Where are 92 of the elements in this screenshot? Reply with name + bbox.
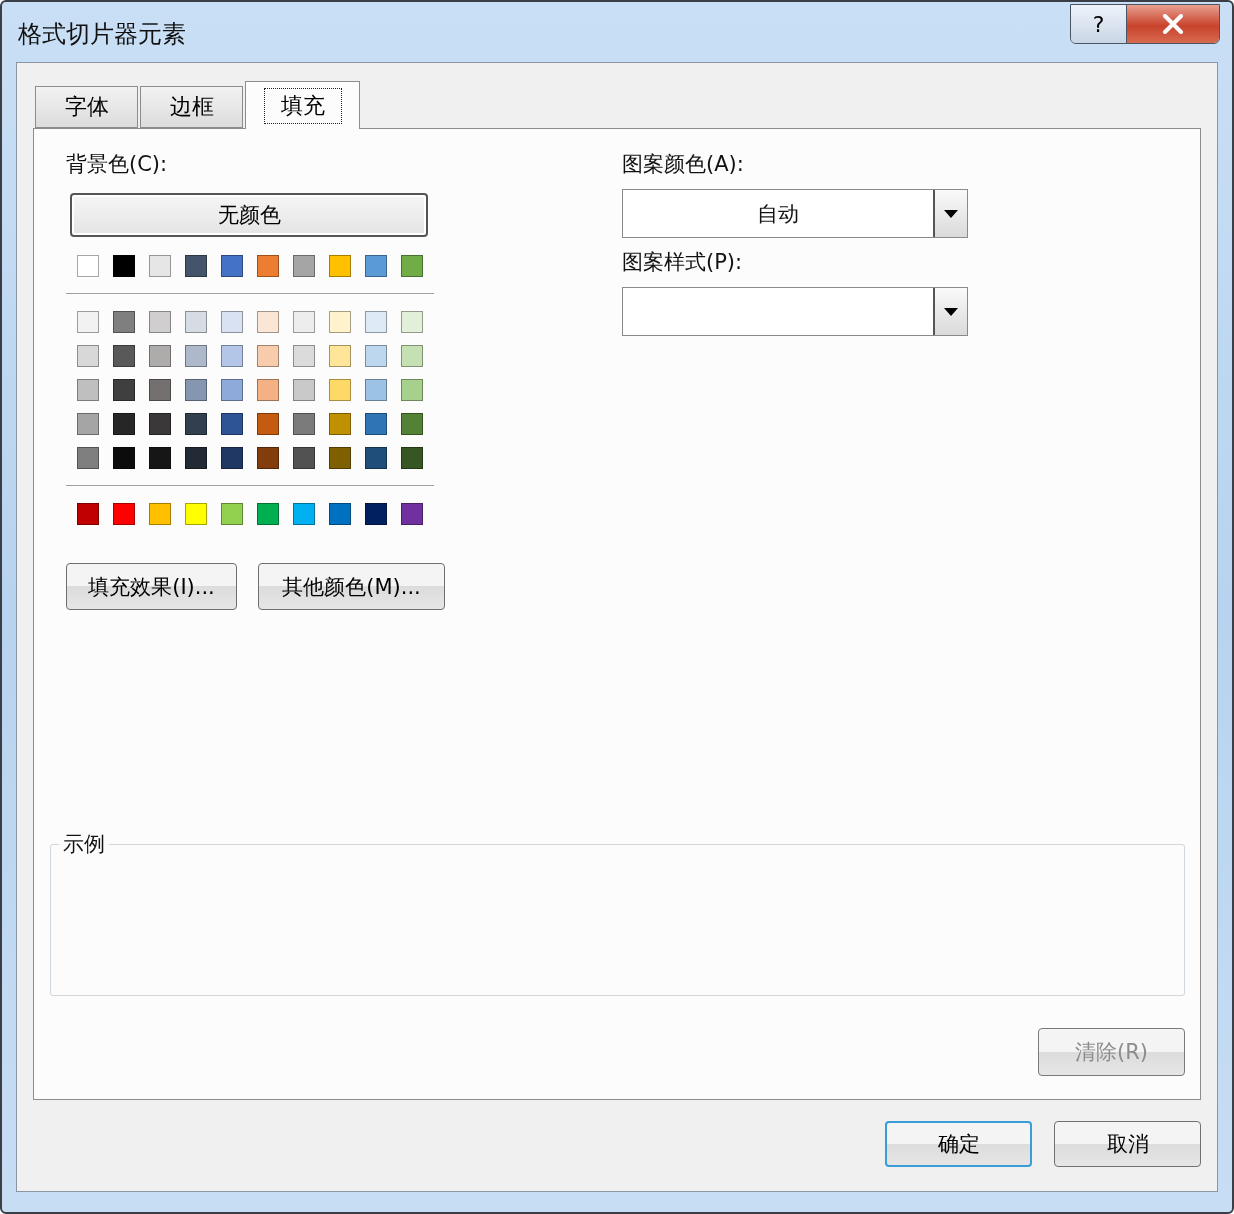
color-swatch[interactable] — [185, 447, 207, 469]
color-swatch[interactable] — [365, 413, 387, 435]
color-swatch[interactable] — [293, 255, 315, 277]
color-swatch[interactable] — [113, 447, 135, 469]
color-swatch[interactable] — [185, 503, 207, 525]
color-swatch[interactable] — [185, 255, 207, 277]
color-swatch[interactable] — [401, 413, 423, 435]
color-swatch[interactable] — [77, 255, 99, 277]
color-swatch[interactable] — [77, 503, 99, 525]
color-swatch[interactable] — [77, 345, 99, 367]
color-swatch[interactable] — [365, 255, 387, 277]
color-swatch[interactable] — [293, 379, 315, 401]
dropdown-field[interactable]: 自动 — [622, 189, 968, 238]
dropdown-arrow-icon — [944, 209, 958, 218]
field-label: 图案样式(P): — [622, 249, 744, 275]
color-swatch[interactable] — [185, 311, 207, 333]
color-swatch[interactable] — [149, 311, 171, 333]
color-swatch[interactable] — [221, 413, 243, 435]
color-swatch[interactable] — [401, 345, 423, 367]
window-title: 格式切片器元素 — [18, 19, 186, 50]
color-swatch[interactable] — [185, 379, 207, 401]
cancel-button[interactable]: 取消 — [1054, 1121, 1201, 1167]
color-swatch[interactable] — [401, 447, 423, 469]
dropdown-button[interactable] — [933, 190, 967, 237]
color-swatch[interactable] — [257, 413, 279, 435]
color-swatch[interactable] — [113, 503, 135, 525]
color-swatch[interactable] — [293, 345, 315, 367]
color-swatch[interactable] — [113, 413, 135, 435]
color-swatch[interactable] — [257, 503, 279, 525]
color-swatch[interactable] — [77, 311, 99, 333]
color-swatch[interactable] — [401, 255, 423, 277]
color-swatch[interactable] — [149, 255, 171, 277]
color-swatch[interactable] — [149, 379, 171, 401]
color-swatch[interactable] — [293, 311, 315, 333]
dropdown-arrow-icon — [944, 307, 958, 316]
tab[interactable]: 字体 — [35, 86, 138, 128]
color-swatch[interactable] — [149, 503, 171, 525]
color-swatch[interactable] — [401, 379, 423, 401]
color-swatch[interactable] — [365, 311, 387, 333]
color-swatch[interactable] — [77, 447, 99, 469]
field-label: 图案颜色(A): — [622, 151, 745, 177]
color-swatch[interactable] — [149, 345, 171, 367]
group-label: 示例 — [62, 831, 106, 858]
color-swatch[interactable] — [77, 413, 99, 435]
color-swatch[interactable] — [365, 379, 387, 401]
color-swatch[interactable] — [293, 413, 315, 435]
color-swatch[interactable] — [257, 345, 279, 367]
color-swatch[interactable] — [149, 447, 171, 469]
color-swatch[interactable] — [329, 379, 351, 401]
color-swatch[interactable] — [401, 503, 423, 525]
color-swatch[interactable] — [329, 311, 351, 333]
color-swatch[interactable] — [221, 345, 243, 367]
color-swatch[interactable] — [221, 311, 243, 333]
color-swatch[interactable] — [329, 345, 351, 367]
color-swatch[interactable] — [257, 311, 279, 333]
color-swatch[interactable] — [329, 503, 351, 525]
dropdown-button[interactable] — [933, 288, 967, 335]
tab[interactable]: 边框 — [140, 86, 243, 128]
color-swatch[interactable] — [329, 413, 351, 435]
color-swatch[interactable] — [185, 345, 207, 367]
field-label: 背景色(C): — [66, 151, 169, 177]
color-swatch[interactable] — [221, 503, 243, 525]
color-swatch[interactable] — [185, 413, 207, 435]
close-button[interactable] — [1127, 5, 1219, 43]
close-icon — [1162, 14, 1184, 34]
tab[interactable]: 填充 — [245, 81, 360, 129]
color-swatch[interactable] — [221, 379, 243, 401]
color-swatch[interactable] — [149, 413, 171, 435]
color-swatch[interactable] — [113, 379, 135, 401]
color-swatch[interactable] — [401, 311, 423, 333]
dropdown-field[interactable] — [622, 287, 968, 336]
color-swatch[interactable] — [329, 447, 351, 469]
color-swatch[interactable] — [113, 311, 135, 333]
no-color-button[interactable]: 无颜色 — [70, 193, 428, 237]
color-swatch[interactable] — [293, 503, 315, 525]
color-swatch[interactable] — [365, 503, 387, 525]
help-button[interactable]: ? — [1071, 5, 1127, 43]
color-swatch[interactable] — [221, 255, 243, 277]
color-swatch[interactable] — [257, 447, 279, 469]
color-swatch[interactable] — [257, 379, 279, 401]
fill-effects-button[interactable]: 填充效果(I)... — [66, 563, 237, 610]
ok-button[interactable]: 确定 — [885, 1121, 1032, 1167]
color-swatch[interactable] — [365, 447, 387, 469]
color-swatch[interactable] — [293, 447, 315, 469]
color-swatch[interactable] — [365, 345, 387, 367]
color-swatch[interactable] — [257, 255, 279, 277]
color-swatch[interactable] — [329, 255, 351, 277]
color-swatch[interactable] — [113, 345, 135, 367]
color-swatch[interactable] — [113, 255, 135, 277]
color-swatch[interactable] — [77, 379, 99, 401]
color-swatch[interactable] — [221, 447, 243, 469]
more-colors-button[interactable]: 其他颜色(M)... — [258, 563, 445, 610]
